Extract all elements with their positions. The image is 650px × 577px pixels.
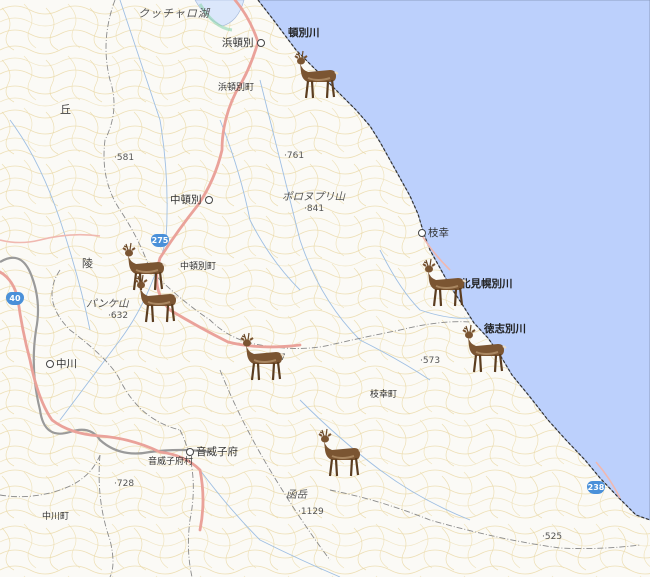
elevation-632-label: ·632 bbox=[108, 311, 129, 321]
elevation-841-label: ·841 bbox=[304, 204, 325, 214]
town-marker-icon bbox=[256, 39, 265, 47]
river-tonbetsu-label: 頓別川 bbox=[288, 27, 320, 39]
elevation-728-label: ·728 bbox=[114, 479, 135, 489]
route-shield-238: 238 bbox=[587, 481, 605, 494]
town-marker-icon bbox=[418, 229, 426, 237]
mountain-panke-label: パンケ山 bbox=[86, 298, 129, 310]
route-shield-40: 40 bbox=[6, 292, 24, 305]
town-hamatonbetsu-label: 浜頓別 bbox=[222, 38, 267, 49]
deer-icon[interactable] bbox=[292, 48, 340, 106]
town-hamatonbetsu-cho-label: 浜頓別町 bbox=[218, 83, 255, 93]
elevation-573-label: ·573 bbox=[420, 356, 441, 366]
elevation-581-label: ·581 bbox=[114, 153, 135, 163]
map-view[interactable]: クッチャロ湖 浜頓別 浜頓別町 頓別川 丘 ·581 ·761 中頓別 ポロヌプ… bbox=[0, 0, 650, 577]
elevation-1129-label: ·1129 bbox=[298, 507, 324, 517]
town-otoineppu-mura-label: 音威子府村 bbox=[148, 457, 194, 467]
town-marker-icon bbox=[204, 196, 213, 204]
elevation-761-label: ·761 bbox=[284, 151, 305, 161]
deer-icon[interactable] bbox=[316, 426, 364, 484]
mountain-poronupuri-label: ポロヌプリ山 bbox=[282, 191, 345, 203]
town-marker-icon bbox=[186, 448, 194, 456]
char-kaori-label: 陵 bbox=[82, 257, 93, 270]
town-esashi-label: 枝幸 bbox=[418, 228, 449, 239]
town-marker-icon bbox=[46, 360, 54, 368]
town-otoineppu-label: 音威子府 bbox=[186, 447, 238, 458]
town-nakatonbetsu-cho-label: 中頓別町 bbox=[180, 262, 217, 272]
deer-icon[interactable] bbox=[132, 272, 180, 330]
town-esashi-cho-label: 枝幸町 bbox=[370, 390, 398, 400]
elevation-525-label: ·525 bbox=[542, 532, 563, 542]
char-oka-label: 丘 bbox=[60, 103, 71, 116]
deer-icon[interactable] bbox=[420, 256, 468, 314]
town-nakatonbetsu-label: 中頓別 bbox=[170, 195, 215, 206]
town-nakagawa-cho-label: 中川町 bbox=[42, 512, 70, 522]
lake-kutcharo-label: クッチャロ湖 bbox=[138, 7, 210, 20]
mountain-hakodake-label: 函岳 bbox=[286, 489, 307, 501]
deer-icon[interactable] bbox=[460, 322, 508, 380]
deer-icon[interactable] bbox=[238, 330, 286, 388]
town-nakagawa-label: 中川 bbox=[46, 359, 77, 370]
